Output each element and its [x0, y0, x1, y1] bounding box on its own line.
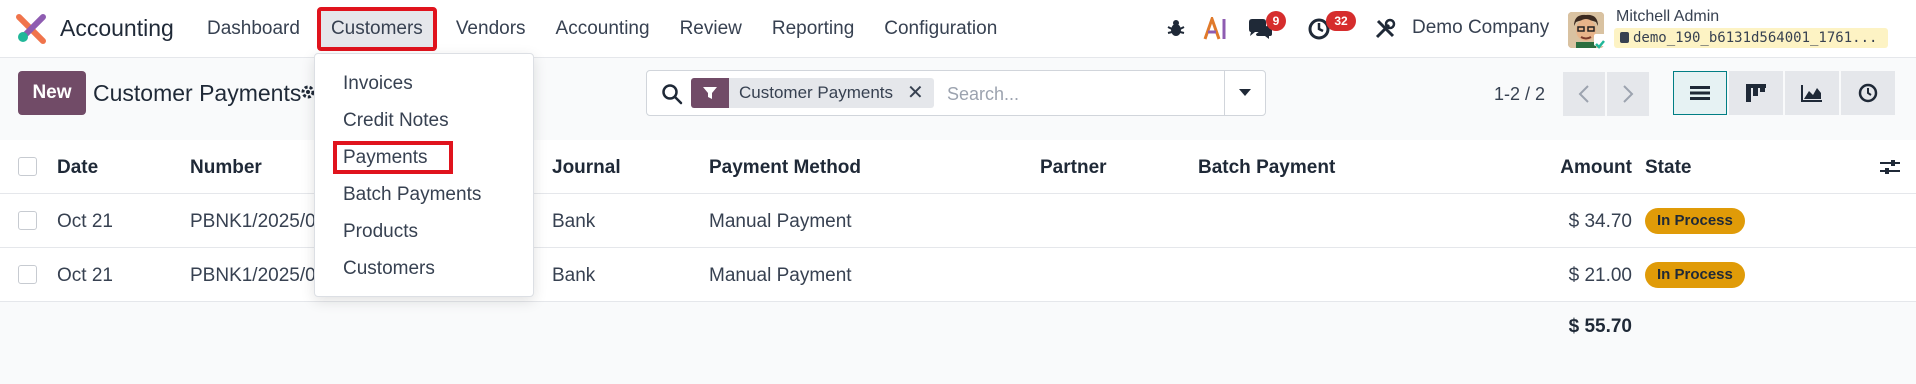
search-icon[interactable] — [661, 83, 683, 105]
caret-down-icon — [1239, 89, 1251, 96]
status-badge: In Process — [1645, 208, 1745, 234]
cell-journal: Bank — [552, 211, 596, 232]
row-checkbox[interactable] — [18, 265, 37, 284]
list-view-icon — [1690, 86, 1710, 100]
column-payment-method[interactable]: Payment Method — [709, 157, 861, 179]
graph-view-button[interactable] — [1785, 71, 1839, 115]
list-view-button[interactable] — [1673, 71, 1727, 115]
table-row[interactable]: Oct 21 PBNK1/2025/0 Bank Manual Payment … — [0, 194, 1916, 248]
pager-next-button[interactable] — [1607, 72, 1649, 116]
menu-configuration[interactable]: Configuration — [869, 9, 1012, 49]
row-checkbox[interactable] — [18, 211, 37, 230]
clock-icon — [1858, 83, 1878, 103]
chevron-right-icon — [1623, 85, 1634, 103]
cell-number: PBNK1/2025/0 — [190, 265, 316, 286]
cell-date: Oct 21 — [57, 211, 113, 232]
menu-reporting[interactable]: Reporting — [757, 9, 869, 49]
dropdown-item-label: Customers — [343, 258, 435, 279]
dropdown-item-label: Batch Payments — [343, 184, 482, 205]
top-navbar: Accounting Dashboard Customers Vendors A… — [0, 0, 1916, 58]
select-all-checkbox[interactable] — [18, 157, 37, 176]
facet-value: Customer Payments ✕ — [729, 78, 934, 108]
accounting-app-logo[interactable] — [16, 14, 46, 44]
cell-date: Oct 21 — [57, 265, 113, 286]
cell-payment-method: Manual Payment — [709, 265, 852, 286]
column-state[interactable]: State — [1645, 157, 1691, 179]
dropdown-item-label: Credit Notes — [343, 110, 449, 131]
cell-payment-method: Manual Payment — [709, 211, 852, 232]
column-date[interactable]: Date — [57, 157, 98, 179]
menu-accounting[interactable]: Accounting — [541, 9, 665, 49]
debug-bug-icon[interactable] — [1164, 17, 1188, 41]
kanban-view-button[interactable] — [1729, 71, 1783, 115]
dropdown-item-invoices[interactable]: Invoices — [315, 66, 533, 102]
chevron-left-icon — [1578, 85, 1589, 103]
search-facet: Customer Payments ✕ — [691, 78, 934, 108]
database-icon — [1620, 32, 1629, 43]
filter-funnel-icon — [691, 78, 729, 108]
main-menu: Dashboard Customers Vendors Accounting R… — [192, 0, 1012, 58]
column-journal[interactable]: Journal — [552, 157, 621, 179]
ai-icon[interactable] — [1202, 15, 1230, 43]
activity-view-button[interactable] — [1841, 71, 1895, 115]
area-chart-icon — [1801, 85, 1822, 102]
column-number[interactable]: Number — [190, 157, 262, 179]
user-name[interactable]: Mitchell Admin — [1616, 8, 1719, 26]
facet-remove-icon[interactable]: ✕ — [907, 78, 924, 108]
dropdown-item-products[interactable]: Products — [315, 214, 533, 250]
tools-icon[interactable] — [1372, 16, 1398, 42]
dropdown-item-credit-notes[interactable]: Credit Notes — [315, 103, 533, 139]
table-row[interactable]: Oct 21 PBNK1/2025/0 Bank Manual Payment … — [0, 248, 1916, 302]
amount-total: $ 55.70 — [1568, 316, 1632, 337]
table-header-row: Date Number Journal Payment Method Partn… — [0, 140, 1916, 194]
dropdown-item-payments[interactable]: Payments — [315, 140, 533, 176]
cell-journal: Bank — [552, 265, 596, 286]
dropdown-item-label: Invoices — [343, 73, 413, 94]
search-options-toggle[interactable] — [1224, 71, 1265, 115]
cell-number: PBNK1/2025/0 — [190, 211, 316, 232]
new-button[interactable]: New — [18, 71, 86, 115]
column-batch-payment[interactable]: Batch Payment — [1198, 157, 1335, 179]
database-name-chip[interactable]: demo_190_b6131d564001_1761... — [1614, 28, 1888, 48]
activities-count-badge: 32 — [1326, 11, 1356, 31]
menu-dashboard[interactable]: Dashboard — [192, 9, 315, 49]
menu-customers[interactable]: Customers — [316, 7, 437, 51]
app-name[interactable]: Accounting — [60, 15, 174, 42]
dropdown-item-batch-payments[interactable]: Batch Payments — [315, 177, 533, 213]
dropdown-item-label: Products — [343, 221, 418, 242]
company-switcher[interactable]: Demo Company — [1412, 17, 1549, 39]
pager-previous-button[interactable] — [1563, 72, 1605, 116]
facet-label: Customer Payments — [739, 83, 893, 102]
online-status-icon — [1594, 34, 1606, 49]
messages-count-badge: 9 — [1266, 11, 1286, 31]
column-partner[interactable]: Partner — [1040, 157, 1107, 179]
dropdown-item-label: Payments — [332, 141, 454, 174]
menu-vendors[interactable]: Vendors — [441, 9, 541, 49]
search-panel: Customer Payments ✕ — [646, 70, 1266, 116]
menu-review[interactable]: Review — [665, 9, 757, 49]
status-badge: In Process — [1645, 262, 1745, 288]
column-amount[interactable]: Amount — [1560, 157, 1632, 179]
page-title: Customer Payments — [93, 80, 302, 106]
kanban-view-icon — [1746, 84, 1766, 102]
cell-amount: $ 21.00 — [1568, 265, 1632, 286]
search-input[interactable] — [945, 79, 1219, 109]
pager-value[interactable]: 1-2 / 2 — [1494, 84, 1545, 105]
optional-columns-toggle-icon[interactable] — [1880, 158, 1900, 176]
dropdown-item-customers[interactable]: Customers — [315, 251, 533, 287]
customers-dropdown-menu: Invoices Credit Notes Payments Batch Pay… — [314, 53, 534, 297]
database-name: demo_190_b6131d564001_1761... — [1633, 30, 1878, 46]
cell-amount: $ 34.70 — [1568, 211, 1632, 232]
